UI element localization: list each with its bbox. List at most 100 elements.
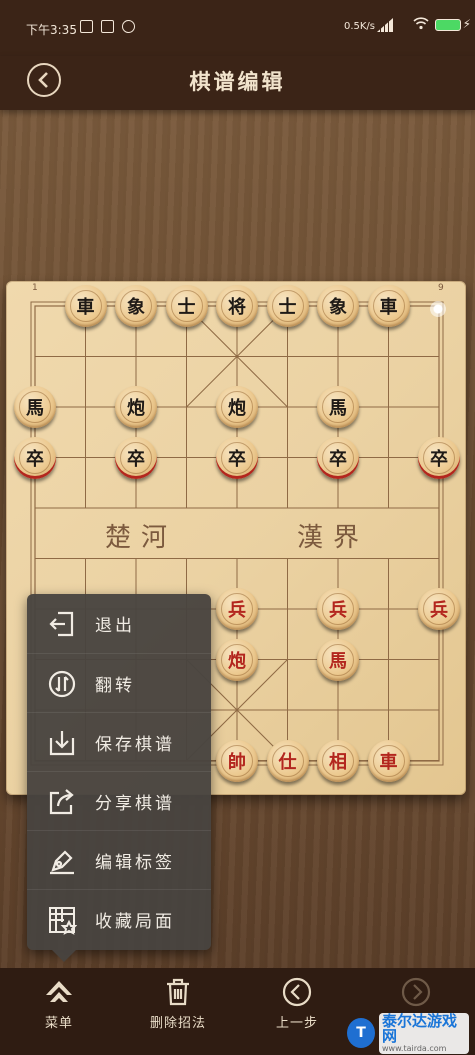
piece-black[interactable]: 卒 [418, 436, 460, 479]
piece-black[interactable]: 将 [216, 285, 258, 327]
menu-item-share[interactable]: 分享棋谱 [27, 771, 211, 831]
piece-label: 馬 [322, 643, 354, 676]
piece-red[interactable]: 相 [317, 739, 359, 782]
menu-label: 退出 [95, 616, 135, 636]
site-watermark: T 泰尔达游戏网 www.tairda.com [347, 1011, 469, 1054]
piece-red[interactable]: 兵 [317, 588, 359, 630]
piece-black[interactable]: 象 [115, 285, 157, 327]
piece-label: 兵 [221, 593, 253, 625]
menu-item-flip[interactable]: 翻转 [27, 653, 211, 713]
file-number-left: 1 [32, 283, 38, 293]
piece-label: 兵 [322, 593, 354, 625]
wifi-icon [413, 16, 429, 30]
piece-label: 馬 [322, 391, 354, 423]
piece-black[interactable]: 士 [266, 285, 309, 327]
page-title: 棋谱编辑 [189, 69, 286, 94]
piece-black[interactable]: 車 [367, 285, 410, 327]
popup-menu: 退出 翻转 保存棋谱 分享棋谱 编辑标签 收藏局面 [27, 594, 211, 962]
notification-icon [122, 20, 135, 33]
piece-label: 将 [221, 290, 253, 322]
title-bar: 棋谱编辑 [0, 56, 475, 110]
piece-red[interactable]: 車 [367, 739, 410, 782]
piece-black[interactable]: 卒 [317, 436, 359, 479]
chevrons-up-icon [43, 976, 75, 1008]
status-bar: 下午3:35 0.5K/s ⚡ [0, 0, 475, 56]
piece-label: 象 [120, 290, 152, 322]
piece-red[interactable]: 仕 [266, 739, 309, 782]
previous-move-button[interactable]: 上一步 [257, 976, 337, 1031]
menu-label: 翻转 [95, 676, 135, 696]
river-text-chu-he: 楚河 [105, 523, 178, 553]
signal-icon [377, 18, 393, 32]
piece-black[interactable]: 象 [317, 285, 359, 327]
piece-label: 卒 [423, 441, 455, 474]
piece-red[interactable]: 兵 [216, 588, 258, 630]
menu-item-edit-tags[interactable]: 编辑标签 [27, 830, 211, 890]
river-text-han-jie: 漢界 [297, 523, 370, 553]
piece-black[interactable]: 卒 [14, 436, 56, 479]
piece-label: 兵 [423, 593, 455, 625]
menu-item-save[interactable]: 保存棋谱 [27, 712, 211, 772]
menu-button-label: 菜单 [44, 1016, 73, 1031]
chevron-right-circle-icon [400, 976, 432, 1008]
piece-label: 相 [322, 744, 354, 777]
notification-icons [80, 20, 135, 33]
menu-label: 分享棋谱 [95, 794, 175, 814]
piece-black[interactable]: 士 [165, 285, 208, 327]
piece-red[interactable]: 帥 [216, 739, 258, 782]
piece-label: 士 [170, 290, 203, 322]
piece-label: 車 [372, 290, 405, 322]
delete-move-button[interactable]: 删除招法 [138, 976, 218, 1031]
piece-red[interactable]: 兵 [418, 588, 460, 630]
menu-label: 编辑标签 [95, 853, 175, 873]
piece-label: 車 [69, 290, 102, 322]
piece-black[interactable]: 卒 [115, 436, 157, 479]
selection-cursor [430, 301, 446, 317]
piece-label: 士 [271, 290, 304, 322]
previous-move-label: 上一步 [275, 1016, 318, 1031]
file-number-right: 9 [438, 283, 444, 293]
piece-black[interactable]: 馬 [14, 386, 56, 428]
piece-black[interactable]: 卒 [216, 436, 258, 479]
piece-label: 炮 [221, 643, 253, 676]
exit-icon [47, 609, 77, 639]
menu-item-exit[interactable]: 退出 [27, 594, 211, 653]
piece-label: 仕 [271, 744, 304, 777]
piece-red[interactable]: 炮 [216, 638, 258, 681]
menu-label: 收藏局面 [95, 912, 175, 932]
piece-black[interactable]: 炮 [115, 386, 157, 428]
watermark-url: www.tairda.com [382, 1043, 447, 1053]
piece-label: 炮 [221, 391, 253, 423]
piece-label: 卒 [322, 441, 354, 474]
chevron-left-circle-icon [281, 976, 313, 1008]
piece-label: 車 [372, 744, 405, 777]
flip-icon [47, 669, 77, 699]
piece-black[interactable]: 馬 [317, 386, 359, 428]
piece-label: 象 [322, 290, 354, 322]
menu-button[interactable]: 菜单 [19, 976, 99, 1031]
favorite-board-icon [47, 905, 78, 935]
piece-label: 卒 [120, 441, 152, 474]
next-move-button[interactable] [376, 976, 456, 1012]
notification-icon [101, 20, 114, 33]
battery-icon [435, 19, 461, 31]
menu-item-favorite[interactable]: 收藏局面 [27, 889, 211, 949]
charging-icon: ⚡ [462, 17, 471, 31]
watermark-logo-icon: T [347, 1018, 375, 1048]
notification-icon [80, 20, 93, 33]
download-save-icon [47, 728, 77, 758]
trash-icon [162, 976, 194, 1008]
pen-icon [47, 846, 77, 876]
network-speed: 0.5K/s [343, 21, 375, 32]
piece-label: 馬 [19, 391, 51, 423]
piece-black[interactable]: 炮 [216, 386, 258, 428]
piece-black[interactable]: 車 [64, 285, 107, 327]
share-icon [47, 787, 77, 817]
piece-red[interactable]: 馬 [317, 638, 359, 681]
watermark-brand: 泰尔达游戏网 [382, 1011, 458, 1045]
piece-label: 卒 [19, 441, 51, 474]
status-time: 下午3:35 [26, 23, 77, 37]
piece-label: 帥 [221, 744, 253, 777]
piece-label: 卒 [221, 441, 253, 474]
delete-move-label: 删除招法 [149, 1016, 206, 1031]
